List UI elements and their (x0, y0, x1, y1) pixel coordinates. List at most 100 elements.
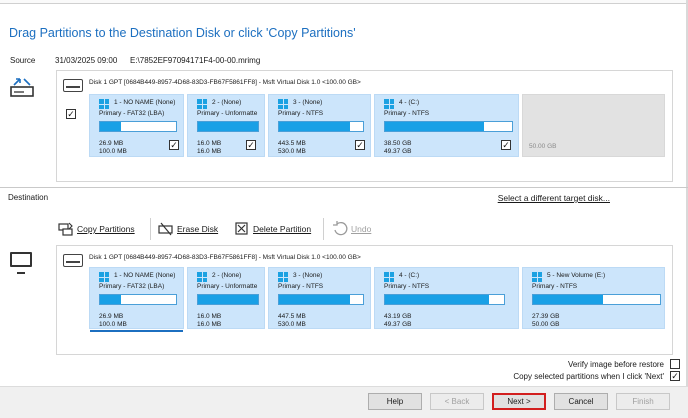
partition-total: 16.0 MB (197, 148, 222, 155)
partition-type: Primary - NTFS (384, 283, 430, 290)
source-disk-header: Disk 1 GPT [0684B449-8957-4D68-83D3-FB67… (89, 79, 361, 86)
partition-type: Primary - NTFS (384, 110, 430, 117)
partition-used: 443.5 MB (278, 140, 306, 147)
delete-partition-button[interactable]: Delete Partition (234, 218, 311, 240)
partition-total: 100.0 MB (99, 321, 127, 328)
erase-disk-icon (158, 221, 174, 237)
finish-button[interactable]: Finish (616, 393, 670, 410)
erase-disk-label: Erase Disk (177, 224, 219, 234)
windows-icon (99, 272, 109, 282)
section-divider (0, 187, 688, 188)
partition-used: 27.39 GB (532, 313, 560, 320)
source-partition-1[interactable]: 1 - NO NAME (None) Primary - FAT32 (LBA)… (89, 94, 184, 157)
partition-usage-bar (99, 121, 177, 132)
partition-name: 1 - NO NAME (None) (114, 99, 176, 106)
destination-disk-panel: Disk 1 GPT [0684B449-8957-4D68-83D3-FB67… (56, 245, 673, 355)
source-date: 31/03/2025 09:00 (55, 56, 118, 65)
partition-used: 43.19 GB (384, 313, 412, 320)
source-disk-panel: Disk 1 GPT [0684B449-8957-4D68-83D3-FB67… (56, 70, 673, 182)
partition-name: 5 - New Volume (E:) (547, 272, 606, 279)
windows-icon (99, 99, 109, 109)
partition-used: 26.9 MB (99, 313, 124, 320)
partition-type: Primary - Unformatte (197, 110, 258, 117)
partition-used: 447.5 MB (278, 313, 306, 320)
help-button[interactable]: Help (368, 393, 422, 410)
verify-image-label: Verify image before restore (567, 360, 664, 369)
partition-usage-bar (278, 121, 364, 132)
partition-used: 16.0 MB (197, 140, 222, 147)
partition-name: 2 - (None) (212, 99, 242, 106)
partition-total: 49.37 GB (384, 321, 412, 328)
hard-disk-icon (63, 79, 83, 92)
copy-partitions-button[interactable]: Copy Partitions (58, 218, 135, 240)
verify-image-checkbox[interactable] (670, 359, 680, 369)
image-file-icon (10, 77, 34, 97)
partition-usage-bar (197, 294, 259, 305)
partition-type: Primary - NTFS (532, 283, 578, 290)
monitor-icon (10, 252, 32, 274)
partition-total: 16.0 MB (197, 321, 222, 328)
partition-name: 3 - (None) (293, 99, 323, 106)
partition-name: 2 - (None) (212, 272, 242, 279)
hard-disk-icon (63, 254, 83, 267)
partition-usage-bar (384, 294, 505, 305)
windows-icon (384, 272, 394, 282)
source-label: Source (10, 56, 36, 65)
windows-icon (278, 272, 288, 282)
toolbar-separator (323, 218, 324, 240)
partition-type: Primary - FAT32 (LBA) (99, 283, 165, 290)
source-unallocated-space: 50.00 GB (522, 94, 665, 157)
partition-checkbox[interactable]: ✓ (355, 140, 365, 150)
erase-disk-button[interactable]: Erase Disk (158, 218, 218, 240)
windows-icon (532, 272, 542, 282)
undo-icon (332, 221, 348, 237)
destination-partition-5[interactable]: 5 - New Volume (E:) Primary - NTFS 27.39… (522, 267, 665, 329)
partition-name: 1 - NO NAME (None) (114, 272, 176, 279)
cancel-button[interactable]: Cancel (554, 393, 608, 410)
partition-checkbox[interactable]: ✓ (169, 140, 179, 150)
partition-type: Primary - FAT32 (LBA) (99, 110, 165, 117)
partition-total: 530.0 MB (278, 321, 306, 328)
partition-type: Primary - NTFS (278, 283, 324, 290)
partition-type: Primary - Unformatte (197, 283, 258, 290)
windows-icon (278, 99, 288, 109)
partition-total: 100.0 MB (99, 148, 127, 155)
toolbar-separator (150, 218, 151, 240)
copy-partitions-icon (58, 221, 74, 237)
source-disk-checkbox[interactable]: ✓ (66, 109, 76, 119)
copy-partitions-label: Copy Partitions (77, 224, 135, 234)
partition-usage-bar (278, 294, 364, 305)
destination-partition-4[interactable]: 4 - (C:) Primary - NTFS 43.19 GB 49.37 G… (374, 267, 519, 329)
destination-label: Destination (8, 193, 49, 202)
partition-total: 50.00 GB (532, 321, 560, 328)
unallocated-size: 50.00 GB (529, 143, 557, 150)
source-partition-4[interactable]: 4 - (C:) Primary - NTFS 38.50 GB 49.37 G… (374, 94, 519, 157)
undo-label: Undo (351, 224, 372, 234)
partition-name: 4 - (C:) (399, 272, 420, 279)
copy-selected-label: Copy selected partitions when I click 'N… (513, 372, 664, 381)
partition-selection-indicator (90, 330, 183, 332)
destination-partition-3[interactable]: 3 - (None) Primary - NTFS 447.5 MB 530.0… (268, 267, 371, 329)
destination-disk-header: Disk 1 GPT [0684B449-8957-4D68-83D3-FB67… (89, 254, 361, 261)
select-target-disk-link[interactable]: Select a different target disk... (498, 193, 610, 203)
destination-partition-1[interactable]: 1 - NO NAME (None) Primary - FAT32 (LBA)… (89, 267, 184, 332)
undo-button[interactable]: Undo (332, 218, 371, 240)
source-partition-3[interactable]: 3 - (None) Primary - NTFS 443.5 MB 530.0… (268, 94, 371, 157)
windows-icon (384, 99, 394, 109)
back-button[interactable]: < Back (430, 393, 484, 410)
partition-checkbox[interactable]: ✓ (501, 140, 511, 150)
windows-icon (197, 272, 207, 282)
partition-usage-bar (197, 121, 259, 132)
windows-icon (197, 99, 207, 109)
partition-checkbox[interactable]: ✓ (246, 140, 256, 150)
source-file: E:\7852EF97094171F4-00-00.mrimg (130, 56, 261, 65)
partition-usage-bar (532, 294, 661, 305)
partition-name: 4 - (C:) (399, 99, 420, 106)
partition-used: 38.50 GB (384, 140, 412, 147)
copy-selected-checkbox[interactable]: ✓ (670, 371, 680, 381)
page-title: Drag Partitions to the Destination Disk … (9, 26, 356, 40)
destination-partition-2[interactable]: 2 - (None) Primary - Unformatte 16.0 MB … (187, 267, 265, 329)
next-button[interactable]: Next > (492, 393, 546, 410)
source-partition-2[interactable]: 2 - (None) Primary - Unformatte 16.0 MB … (187, 94, 265, 157)
partition-used: 16.0 MB (197, 313, 222, 320)
